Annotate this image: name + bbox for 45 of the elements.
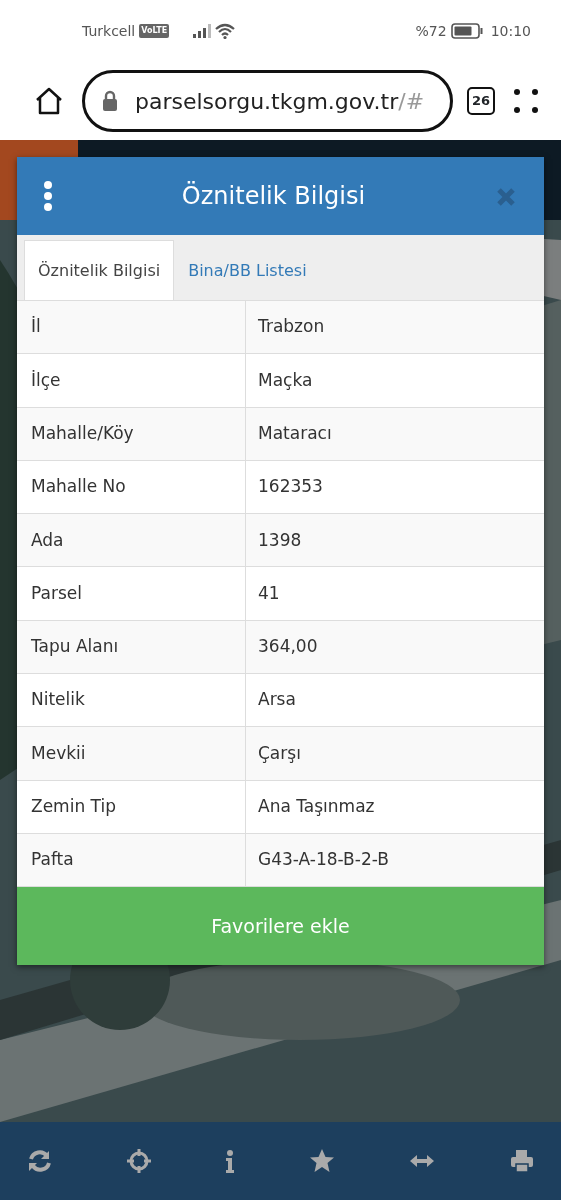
table-cell-text: 41 xyxy=(257,581,280,605)
table-cell: Parsel xyxy=(17,567,246,620)
battery-percent: %72 xyxy=(415,21,447,41)
kebab-icon xyxy=(43,181,53,211)
signal-icon xyxy=(193,24,212,38)
table-cell: Mahalle/Köy xyxy=(17,407,246,460)
table-cell: Zemin Tip xyxy=(17,780,246,833)
table-cell: Ada xyxy=(17,514,246,567)
table-cell-text: Arsa xyxy=(257,688,296,712)
table-cell-text: Maçka xyxy=(257,368,313,392)
table-cell-text: 162353 xyxy=(257,475,323,499)
table-cell-text: G43-A-18-B-2-B xyxy=(257,848,389,872)
crosshair-icon xyxy=(126,1148,153,1174)
clock-time: 10:10 xyxy=(490,21,531,41)
refresh-icon xyxy=(26,1148,52,1174)
menu-icon xyxy=(513,88,539,114)
carrier-name: Turkcell xyxy=(82,21,136,41)
printer-icon xyxy=(508,1148,535,1174)
lock-icon xyxy=(101,90,119,112)
table-cell-text: Ana Taşınmaz xyxy=(257,795,375,819)
table-cell-text: Çarşı xyxy=(257,741,301,765)
home-icon xyxy=(34,86,64,116)
info-icon xyxy=(226,1150,235,1173)
table-cell: Nitelik xyxy=(17,674,246,727)
table-cell-text: 364,00 xyxy=(257,635,318,659)
table-cell: Mahalle No xyxy=(17,460,246,514)
url-text: parselsorgu.tkgm.gov.tr/# xyxy=(135,87,425,116)
address-bar[interactable]: parselsorgu.tkgm.gov.tr/# xyxy=(82,70,453,132)
table-cell: Pafta xyxy=(17,833,246,887)
wifi-icon xyxy=(215,23,236,39)
volte-badge: VoLTE xyxy=(139,24,170,38)
close-icon xyxy=(496,187,516,207)
table-cell-text: Trabzon xyxy=(257,315,325,339)
battery-icon xyxy=(450,23,483,39)
table-cell: İlçe xyxy=(17,354,246,407)
table-cell-text: Mataracı xyxy=(257,422,332,445)
table-cell: İl xyxy=(17,301,246,354)
table-cell-text: 1398 xyxy=(257,528,302,552)
table-cell: Tapu Alanı xyxy=(17,620,246,674)
modal-title: Öznitelik Bilgisi xyxy=(180,180,367,212)
tab[interactable]: Öznitelik Bilgisi xyxy=(24,240,175,300)
tab[interactable]: Bina/BB Listesi xyxy=(174,240,321,300)
star-icon xyxy=(308,1148,335,1174)
table-cell: Mevkii xyxy=(17,727,246,780)
tab-count[interactable]: 26 xyxy=(467,87,495,115)
